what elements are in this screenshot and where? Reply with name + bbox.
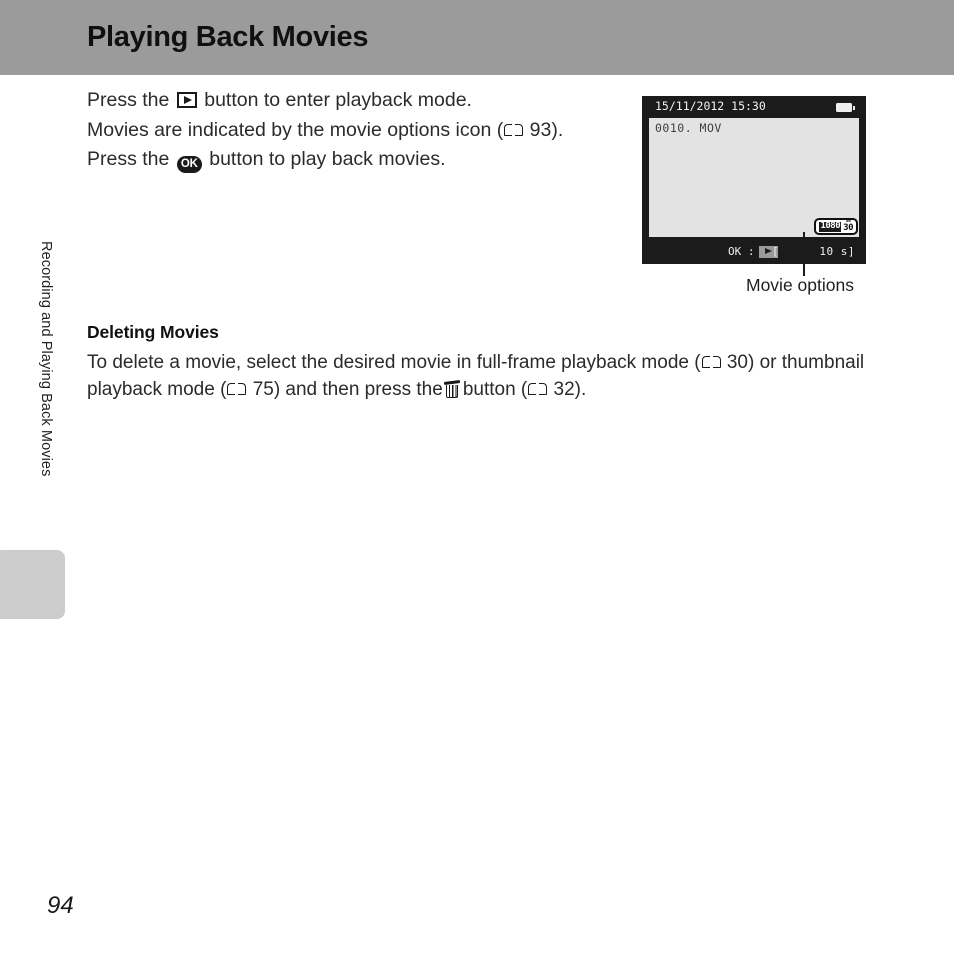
subsection-ref3: 32). [553, 379, 587, 400]
body-line-1-pre: Press the [87, 89, 170, 111]
camera-filename-text: 0010. MOV [655, 121, 722, 135]
playback-button-icon [176, 92, 197, 108]
subsection-text-part3: button ( [462, 379, 528, 400]
page-title: Playing Back Movies [87, 21, 369, 53]
body-line-3-pre: Press the [87, 148, 170, 170]
book-reference-icon [504, 123, 524, 137]
camera-duration-text: 10 s] [819, 245, 855, 258]
callout-label-movie-options: Movie options [746, 275, 854, 295]
ok-button-icon: OK [176, 156, 202, 173]
battery-full-icon [836, 103, 855, 112]
body-line-3: Press the OK button to play back movies. [87, 145, 587, 175]
intro-paragraph-block: Press the button to enter playback mode.… [87, 86, 587, 175]
subsection-body-text: To delete a movie, select the desired mo… [87, 349, 877, 403]
body-line-2-ref: 93). [529, 118, 564, 141]
movie-resolution-label: 1080 [819, 221, 842, 232]
movie-framerate-num: 30 [843, 223, 853, 234]
camera-screen-illustration: 15/11/2012 15:30 0010. MOV 1080 30 30 OK… [642, 96, 866, 264]
deleting-movies-section: Deleting Movies To delete a movie, selec… [87, 322, 877, 403]
body-line-1: Press the button to enter playback mode. [87, 86, 587, 116]
page-number: 94 [47, 892, 74, 919]
camera-ok-hint: OK : [728, 245, 778, 258]
movie-options-badge: 1080 30 30 [814, 218, 858, 235]
camera-ok-hint-label: OK : [728, 245, 755, 258]
movie-framerate-label: 30 30 [843, 219, 853, 234]
subsection-ref2: 75) and then press the [252, 379, 443, 400]
book-reference-icon [528, 382, 548, 396]
body-line-3-post: button to play back movies. [209, 148, 446, 170]
camera-screen-body: 15/11/2012 15:30 0010. MOV 1080 30 30 OK… [642, 96, 866, 264]
callout-leader-line [803, 232, 805, 276]
camera-datetime-text: 15/11/2012 15:30 [655, 99, 766, 113]
trash-delete-icon [443, 380, 460, 398]
body-line-2: Movies are indicated by the movie option… [87, 116, 587, 146]
subsection-ref1: 30) or thumbnail [726, 352, 865, 373]
chapter-sidebar-label: Recording and Playing Back Movies [38, 241, 54, 477]
body-line-2-pre: Movies are indicated by the movie option… [87, 118, 504, 141]
camera-bracket-left: [ [772, 245, 779, 258]
book-reference-icon [701, 355, 721, 369]
body-line-1-post: button to enter playback mode. [204, 89, 472, 111]
subsection-heading: Deleting Movies [87, 322, 219, 342]
subsection-text-part1: To delete a movie, select the desired mo… [87, 352, 701, 373]
subsection-text-part2: playback mode ( [87, 379, 227, 400]
chapter-tab-marker [0, 550, 65, 619]
book-reference-icon [227, 382, 247, 396]
